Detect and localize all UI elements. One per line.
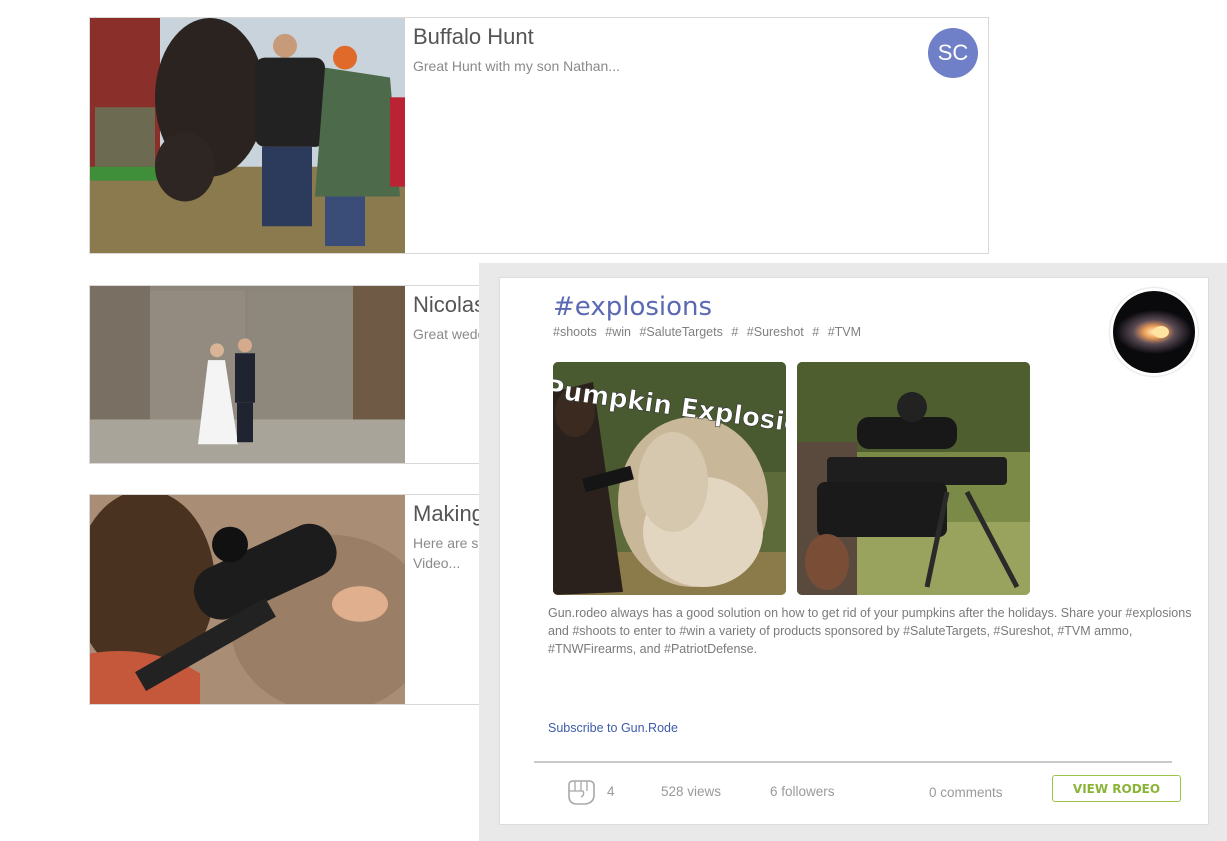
rodeo-stats-bar: 4 528 views 6 followers 0 comments VIEW … (500, 773, 1208, 813)
hashtag[interactable]: #Sureshot (747, 325, 804, 339)
feed-card-buffalo-hunt[interactable]: Buffalo Hunt Great Hunt with my son Nath… (89, 17, 989, 254)
rodeo-description: Gun.rodeo always has a good solution on … (548, 606, 1192, 656)
follower-count[interactable]: 6 followers (770, 784, 835, 799)
rodeo-avatar[interactable] (1110, 288, 1198, 376)
hashtag[interactable]: # (812, 325, 819, 339)
feed-card-title[interactable]: Making (413, 501, 484, 527)
rodeo-card: #explosions #shoots #win #SaluteTargets … (499, 277, 1209, 825)
feed-card-title[interactable]: Nicolas (413, 292, 485, 318)
hashtag[interactable]: # (731, 325, 738, 339)
feed-card-title[interactable]: Buffalo Hunt (413, 24, 534, 50)
like-count: 4 (607, 784, 615, 799)
divider (534, 761, 1172, 763)
hashtag[interactable]: #SaluteTargets (639, 325, 722, 339)
fist-bump-icon[interactable] (563, 773, 599, 809)
user-avatar[interactable]: SC (928, 28, 978, 78)
subscribe-link[interactable]: Subscribe to Gun.Rode (548, 721, 678, 735)
rodeo-media-pumpkin-explosion[interactable]: Pumpkin Explosion! (553, 362, 786, 595)
feed-thumbnail-rifle-scope[interactable] (90, 495, 405, 704)
rodeo-title[interactable]: #explosions (553, 292, 712, 322)
hashtag[interactable]: #shoots (553, 325, 597, 339)
feed-card-subtitle: Great Hunt with my son Nathan... (413, 58, 620, 74)
hashtag[interactable]: #TVM (828, 325, 861, 339)
rodeo-media-sniper-rifle[interactable] (797, 362, 1030, 595)
feed-thumbnail-buffalo[interactable] (90, 18, 405, 253)
view-rodeo-button[interactable]: VIEW RODEO (1052, 775, 1181, 802)
view-count: 528 views (661, 784, 722, 799)
hashtag[interactable]: #win (605, 325, 631, 339)
feed-thumbnail-wedding[interactable] (90, 286, 405, 463)
hashtag-list: #shoots #win #SaluteTargets # #Sureshot … (553, 325, 866, 339)
comment-count[interactable]: 0 comments (929, 785, 1003, 800)
rodeo-overlay: #explosions #shoots #win #SaluteTargets … (479, 263, 1227, 841)
